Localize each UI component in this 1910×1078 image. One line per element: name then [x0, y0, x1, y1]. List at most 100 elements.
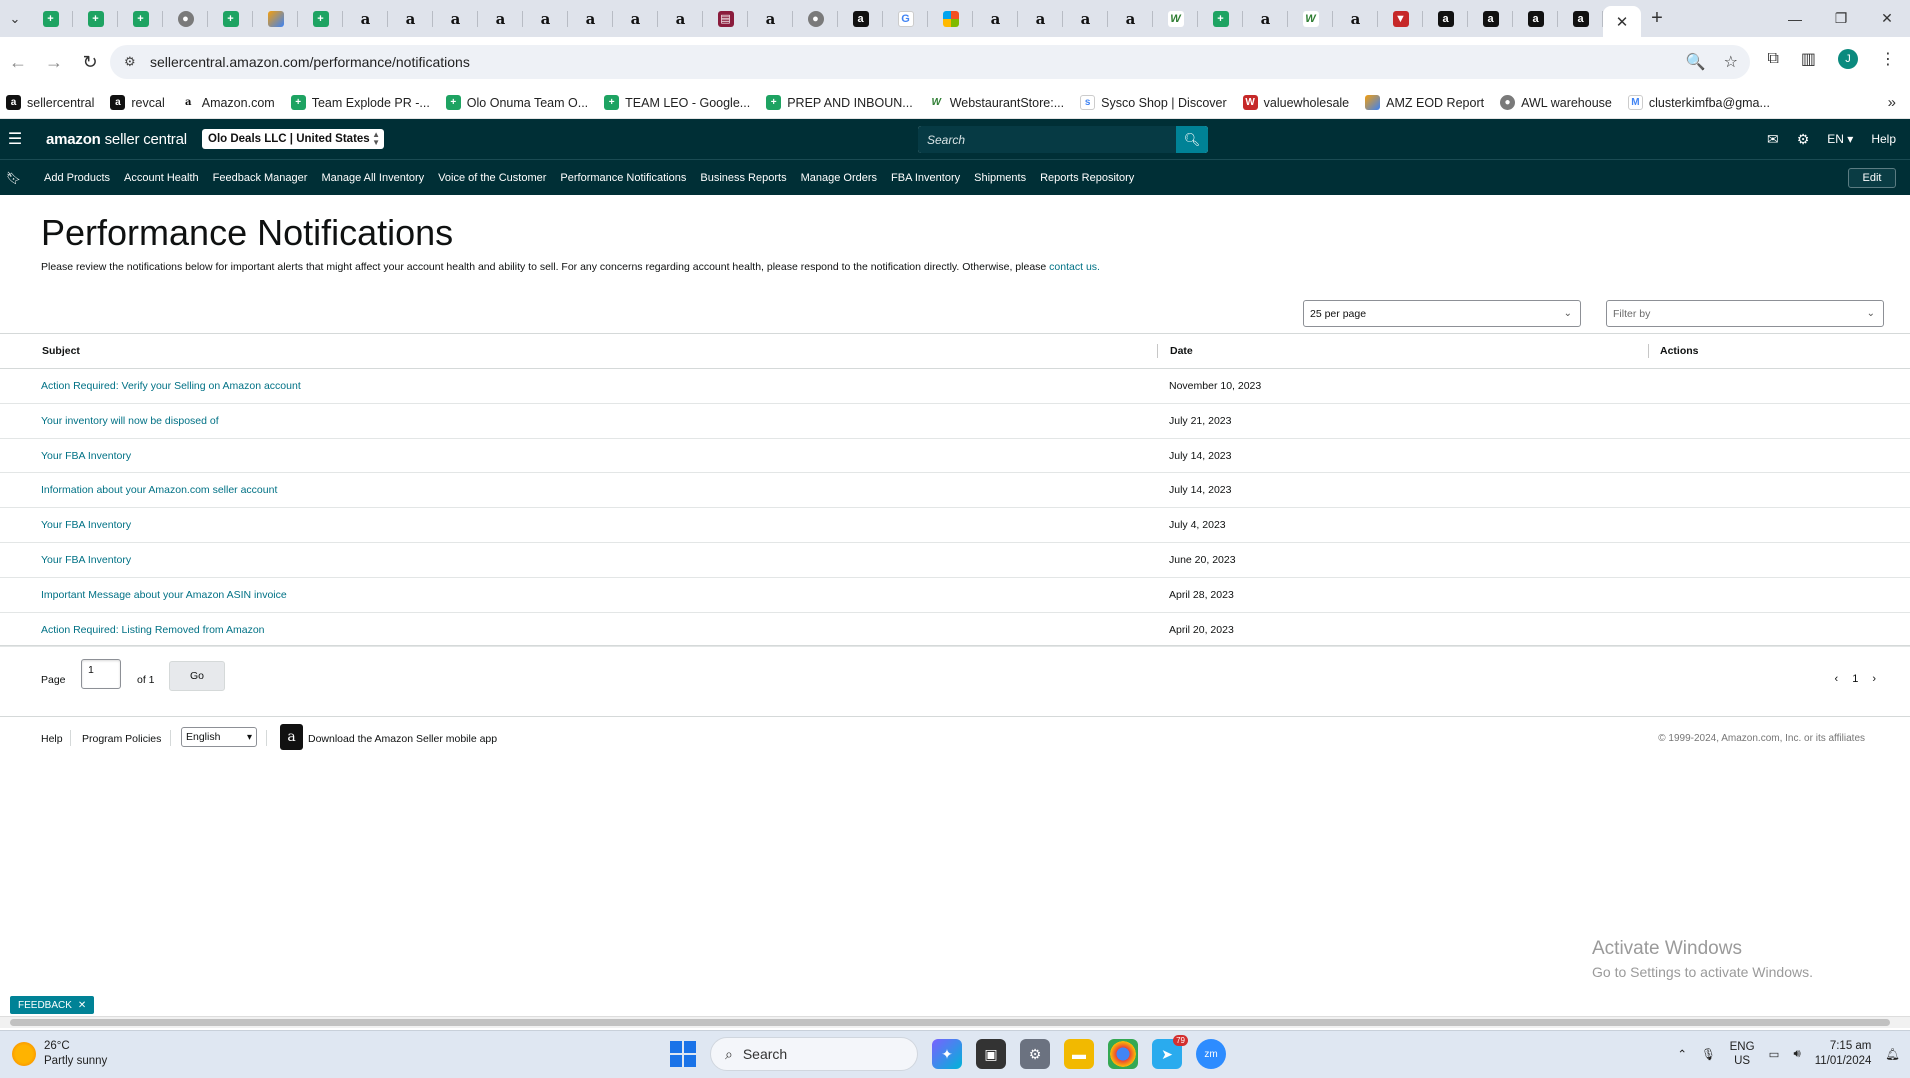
file-explorer-icon[interactable]: ▬	[1064, 1039, 1094, 1069]
bookmark-item[interactable]: a Amazon.com	[181, 95, 275, 110]
edit-nav-button[interactable]: Edit	[1848, 168, 1896, 188]
program-policies-link[interactable]: Program Policies	[82, 733, 161, 745]
nav-link-feedback-manager[interactable]: Feedback Manager	[213, 172, 308, 184]
browser-tab[interactable]: a	[1423, 0, 1468, 37]
feedback-tab[interactable]: FEEDBACK ✕	[10, 996, 95, 1014]
browser-tab[interactable]: a	[388, 0, 433, 37]
taskbar-search[interactable]: ⌕ Search	[710, 1037, 918, 1071]
close-icon[interactable]: ✕	[78, 1000, 86, 1011]
browser-tab[interactable]: a	[433, 0, 478, 37]
browser-tab[interactable]	[928, 0, 973, 37]
close-icon[interactable]: ✕	[1616, 13, 1629, 31]
browser-tab[interactable]: a	[1018, 0, 1063, 37]
notification-subject-link[interactable]: Your inventory will now be disposed of	[41, 415, 219, 427]
browser-tab[interactable]	[253, 0, 298, 37]
browser-tab[interactable]: a	[1558, 0, 1603, 37]
bookmark-item[interactable]: + Olo Onuma Team O...	[445, 95, 588, 110]
notification-subject-link[interactable]: Information about your Amazon.com seller…	[41, 484, 277, 496]
nav-link-fba-inventory[interactable]: FBA Inventory	[891, 172, 960, 184]
account-selector[interactable]: Olo Deals LLC | United States ▲ ▼	[202, 129, 384, 149]
browser-tab[interactable]: ●	[793, 0, 838, 37]
bookmark-star-icon[interactable]: ☆	[1724, 52, 1738, 72]
browser-tab[interactable]: a	[1063, 0, 1108, 37]
browser-tab[interactable]: a	[613, 0, 658, 37]
bookmark-item[interactable]: Wvaluewholesale	[1242, 95, 1349, 110]
browser-tab[interactable]: a	[1108, 0, 1153, 37]
telegram-icon[interactable]: ➤ 79	[1152, 1035, 1188, 1069]
volume-icon[interactable]: 🔊︎	[1793, 1048, 1800, 1061]
browser-tab[interactable]: a	[343, 0, 388, 37]
nav-link-add-products[interactable]: Add Products	[44, 172, 110, 184]
zoom-icon[interactable]: 🔍	[1686, 52, 1706, 72]
amazon-seller-central-logo[interactable]: amazon seller central	[46, 131, 187, 148]
side-panel-icon[interactable]: ▥	[1801, 49, 1816, 69]
bookmark-item[interactable]: ● AWL warehouse	[1500, 95, 1612, 110]
profile-avatar[interactable]: J	[1838, 49, 1858, 69]
scrollbar-thumb[interactable]	[10, 1019, 1890, 1026]
tab-search-icon[interactable]: ⌄	[2, 6, 28, 32]
footer-language-select[interactable]: English ▾	[181, 727, 257, 747]
notification-subject-link[interactable]: Your FBA Inventory	[41, 554, 131, 566]
browser-tab[interactable]: G	[883, 0, 928, 37]
microphone-icon[interactable]: 🎙︎	[1701, 1047, 1716, 1061]
task-view-icon[interactable]: ▣	[976, 1039, 1006, 1069]
browser-tab[interactable]: a	[1243, 0, 1288, 37]
active-tab[interactable]: ✕	[1603, 6, 1641, 37]
copilot-icon[interactable]: ✦	[932, 1039, 962, 1069]
url-text[interactable]: sellercentral.amazon.com/performance/not…	[150, 54, 470, 70]
extensions-icon[interactable]: ⧉	[1767, 50, 1778, 68]
window-close-button[interactable]: ✕	[1864, 0, 1910, 37]
page-number-input[interactable]: 1	[81, 659, 121, 689]
browser-tab[interactable]: +	[28, 0, 73, 37]
browser-tab[interactable]: ▼	[1378, 0, 1423, 37]
seller-app-icon[interactable]: a	[280, 724, 303, 750]
nav-link-manage-orders[interactable]: Manage Orders	[801, 172, 877, 184]
browser-tab[interactable]: a	[973, 0, 1018, 37]
notification-bell-icon[interactable]: 🔔︎	[1885, 1047, 1900, 1061]
bookmark-item[interactable]: Mclusterkimfba@gma...	[1627, 95, 1770, 110]
notification-subject-link[interactable]: Action Required: Listing Removed from Am…	[41, 624, 265, 636]
nav-link-performance-notifications[interactable]: Performance Notifications	[560, 172, 686, 184]
forward-button[interactable]: →	[36, 52, 72, 73]
browser-tab[interactable]: a	[1333, 0, 1378, 37]
browser-tab[interactable]: +	[208, 0, 253, 37]
bookmark-icon[interactable]: 🔖︎	[6, 171, 30, 185]
bookmark-item[interactable]: + Team Explode PR -...	[290, 95, 430, 110]
nav-link-account-health[interactable]: Account Health	[124, 172, 199, 184]
minimize-button[interactable]: —	[1772, 0, 1818, 37]
back-button[interactable]: ←	[0, 52, 36, 73]
browser-tab[interactable]: a	[1468, 0, 1513, 37]
browser-menu-icon[interactable]: ⋮	[1880, 49, 1896, 69]
browser-tab[interactable]: W	[1288, 0, 1333, 37]
browser-tab[interactable]: a	[568, 0, 613, 37]
start-button[interactable]	[670, 1041, 696, 1067]
help-link[interactable]: Help	[1871, 132, 1896, 146]
browser-tab[interactable]: +	[298, 0, 343, 37]
new-tab-button[interactable]: +	[1641, 7, 1673, 30]
bookmark-item[interactable]: a revcal	[110, 95, 165, 110]
hamburger-menu-icon[interactable]: ☰	[0, 129, 30, 149]
site-settings-icon[interactable]: ⚙	[124, 54, 144, 70]
gear-icon[interactable]: ⚙	[1797, 131, 1810, 148]
bookmark-item[interactable]: a sellercentral	[6, 95, 94, 110]
address-bar[interactable]: ⚙ sellercentral.amazon.com/performance/n…	[110, 45, 1750, 79]
browser-tab[interactable]: +	[73, 0, 118, 37]
zoom-icon[interactable]: zm	[1196, 1039, 1226, 1069]
notification-subject-link[interactable]: Your FBA Inventory	[41, 519, 131, 531]
bookmark-item[interactable]: + TEAM LEO - Google...	[604, 95, 750, 110]
horizontal-scrollbar[interactable]	[0, 1016, 1910, 1028]
browser-tab[interactable]: ▤	[703, 0, 748, 37]
chevron-up-icon[interactable]: ⌃	[1677, 1047, 1687, 1061]
filter-select[interactable]: Filter by ⌄	[1606, 300, 1884, 327]
nav-link-manage-all-inventory[interactable]: Manage All Inventory	[321, 172, 424, 184]
browser-tab[interactable]: ●	[163, 0, 208, 37]
nav-link-reports-repository[interactable]: Reports Repository	[1040, 172, 1134, 184]
input-language[interactable]: ENG US	[1730, 1040, 1755, 1068]
contact-us-link[interactable]: contact us.	[1049, 261, 1100, 273]
download-app-link[interactable]: Download the Amazon Seller mobile app	[308, 733, 497, 745]
bookmark-item[interactable]: W WebstaurantStore:...	[928, 95, 1064, 110]
chrome-icon[interactable]	[1108, 1039, 1138, 1069]
network-icon[interactable]: ▭	[1769, 1047, 1780, 1061]
clock[interactable]: 7:15 am 11/01/2024	[1815, 1039, 1872, 1069]
notification-subject-link[interactable]: Important Message about your Amazon ASIN…	[41, 589, 287, 601]
